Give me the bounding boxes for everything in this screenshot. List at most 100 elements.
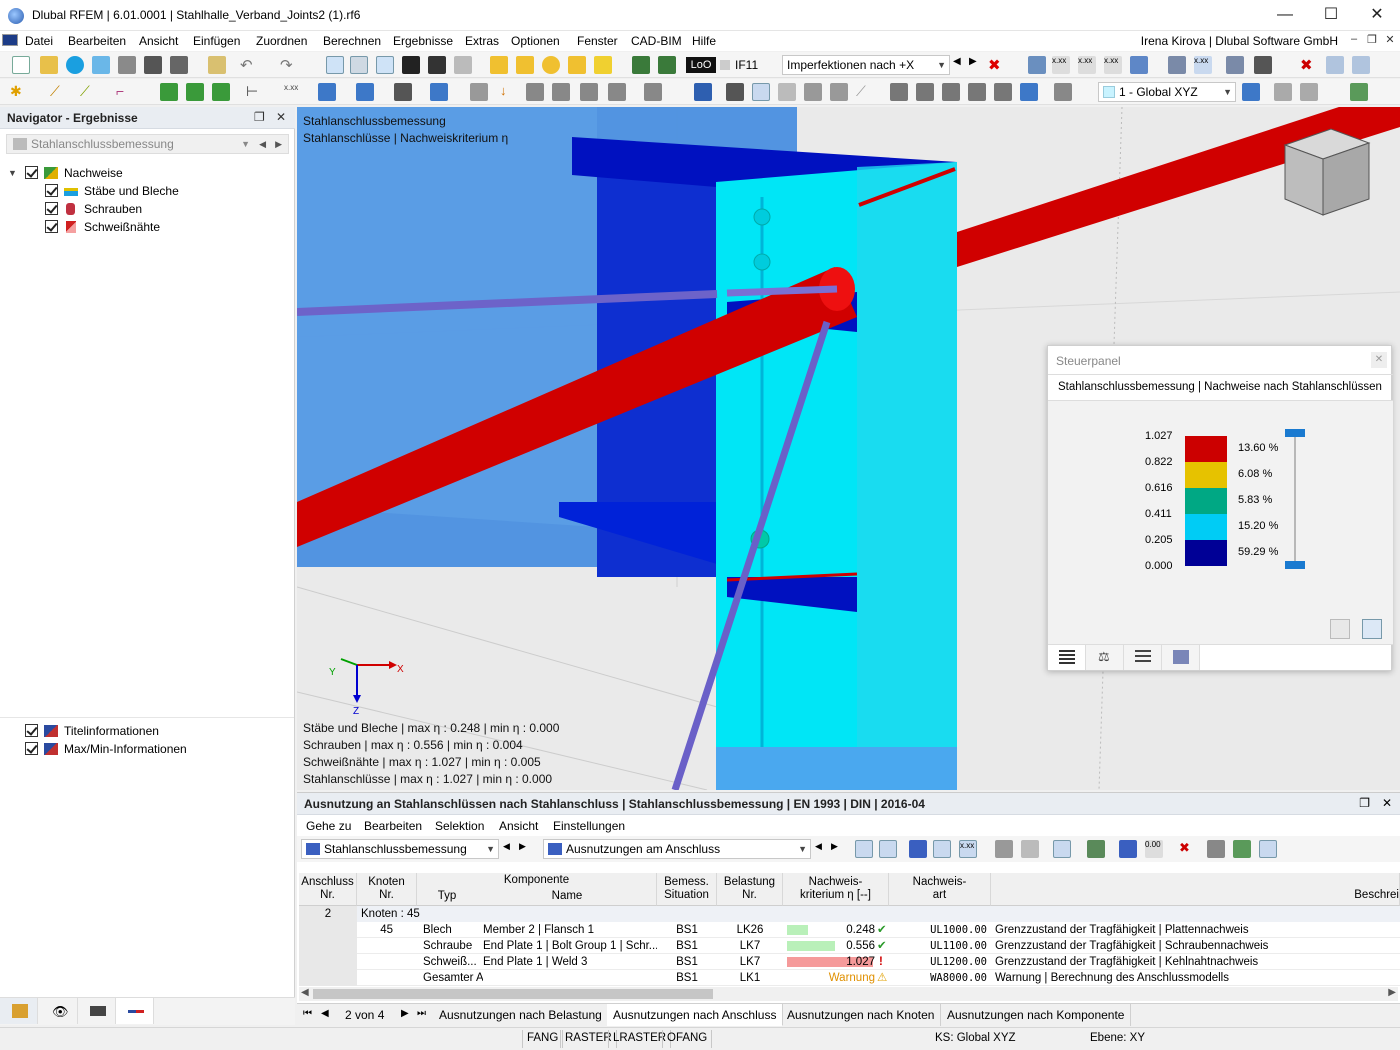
new-model-icon[interactable] xyxy=(12,56,30,74)
scroll-thumb[interactable] xyxy=(313,989,713,999)
color-scale-icon[interactable] xyxy=(1233,840,1251,858)
prev-page-icon[interactable]: ◀ xyxy=(321,1008,329,1019)
snap-point-icon[interactable] xyxy=(490,56,508,74)
menu-hilfe[interactable]: Hilfe xyxy=(692,34,716,48)
menu-ergebnisse[interactable]: Ergebnisse xyxy=(393,34,453,48)
cp-tab-legend[interactable] xyxy=(1048,645,1086,670)
legend-settings-icon[interactable] xyxy=(1362,619,1382,639)
filter-icon[interactable] xyxy=(1119,840,1137,858)
line-icon[interactable]: ⟋ xyxy=(856,83,874,101)
res-menu-einstellungen[interactable]: Einstellungen xyxy=(553,819,625,833)
scale-icon[interactable] xyxy=(430,83,448,101)
results-table-combo[interactable]: Ausnutzungen am Anschluss ▼ xyxy=(543,839,811,859)
grid-1-icon[interactable] xyxy=(526,83,544,101)
show-values-icon[interactable]: x.xx xyxy=(959,840,977,858)
horizontal-scrollbar[interactable]: ◀ ▶ xyxy=(299,987,1398,1001)
grid-2-icon[interactable] xyxy=(552,83,570,101)
align-3-icon[interactable] xyxy=(942,83,960,101)
print-icon[interactable] xyxy=(170,56,188,74)
group-row[interactable] xyxy=(357,906,1400,922)
legend-slider-max-handle[interactable] xyxy=(1285,429,1305,437)
col-header-belastung[interactable]: Belastung Nr. xyxy=(717,873,783,906)
control-panel-close-icon[interactable]: ✕ xyxy=(1371,352,1387,368)
nav-tab-results[interactable] xyxy=(116,998,154,1024)
results-close-icon[interactable]: ✕ xyxy=(1382,796,1392,810)
search-icon[interactable] xyxy=(1207,840,1225,858)
menu-cad-bim[interactable]: CAD-BIM xyxy=(631,34,682,48)
col-header-knoten[interactable]: Knoten Nr. xyxy=(357,873,417,906)
results-diagram-icon[interactable] xyxy=(752,83,770,101)
coordinate-icon[interactable]: x.xx xyxy=(284,83,302,101)
first-page-icon[interactable]: ⏮ xyxy=(303,1008,312,1019)
snap-circle-icon[interactable] xyxy=(542,56,560,74)
measure-icon[interactable] xyxy=(1054,83,1072,101)
next-icon[interactable]: ▶ xyxy=(969,56,987,74)
calc-icon[interactable] xyxy=(632,56,650,74)
tab-nach-belastung[interactable]: Ausnutzungen nach Belastung xyxy=(433,1004,609,1026)
pin-icon[interactable]: ↓ xyxy=(500,83,518,101)
undock-icon[interactable]: ❐ xyxy=(1359,796,1370,810)
maximize-icon[interactable]: ☐ xyxy=(1308,4,1354,28)
new-node-icon[interactable]: ✱ xyxy=(10,83,28,101)
display-model-icon[interactable] xyxy=(1130,56,1148,74)
animation-icon[interactable] xyxy=(1226,56,1244,74)
tension-rod-joint[interactable] xyxy=(726,285,838,297)
col-header-anschluss[interactable]: Anschluss Nr. xyxy=(299,873,357,906)
bolt[interactable] xyxy=(753,253,771,271)
align-5-icon[interactable] xyxy=(994,83,1012,101)
checkbox-schweissnaehte[interactable] xyxy=(45,220,58,233)
new-line-icon[interactable]: ⟋ xyxy=(50,83,68,101)
tree-item-maxmin[interactable]: Max/Min-Informationen xyxy=(8,740,288,758)
view-grid-icon[interactable] xyxy=(350,56,368,74)
undo-icon[interactable]: ↶ xyxy=(240,56,258,74)
cp-tab-filter[interactable] xyxy=(1124,645,1162,670)
last-page-icon[interactable]: ⏭ xyxy=(417,1008,426,1019)
cp-tab-factors[interactable]: ⚖ xyxy=(1086,645,1124,670)
expand-chevron-icon[interactable]: ▼ xyxy=(8,164,17,182)
col-header-kriterium[interactable]: Nachweis-kriterium η [--] xyxy=(783,873,889,906)
move-icon[interactable] xyxy=(318,83,336,101)
workplane-icon[interactable] xyxy=(1242,83,1260,101)
menu-einfuegen[interactable]: Einfügen xyxy=(193,34,240,48)
prev-icon[interactable]: ◀ xyxy=(259,135,266,153)
next-icon[interactable]: ▶ xyxy=(831,841,849,859)
col-header-beschreibung[interactable]: Beschrei xyxy=(991,873,1400,906)
select-icon[interactable] xyxy=(1020,83,1038,101)
res-menu-bearbeiten[interactable]: Bearbeiten xyxy=(364,819,422,833)
mirror-icon[interactable] xyxy=(394,83,412,101)
view-table-icon[interactable] xyxy=(326,56,344,74)
tree-item-nachweise[interactable]: ▼ Nachweise xyxy=(8,164,288,182)
select-in-table-icon[interactable] xyxy=(879,840,897,858)
navigator-close-icon[interactable]: ✕ xyxy=(276,110,286,124)
grid-display-icon[interactable] xyxy=(1274,83,1292,101)
coordinate-system-combo[interactable]: 1 - Global XYZ ▼ xyxy=(1098,82,1236,102)
align-1-icon[interactable] xyxy=(890,83,908,101)
support-icon[interactable] xyxy=(160,83,178,101)
tree-item-schweissnaehte[interactable]: Schweißnähte xyxy=(8,218,288,236)
diagram-icon[interactable] xyxy=(1254,56,1272,74)
nav-tab-display[interactable]: 👁 xyxy=(40,998,78,1024)
scroll-right-icon[interactable]: ▶ xyxy=(1388,987,1396,998)
legend-export-icon[interactable] xyxy=(1330,619,1350,639)
next-icon[interactable]: ▶ xyxy=(519,841,537,859)
checkbox-schrauben[interactable] xyxy=(45,202,58,215)
col-header-komponente[interactable]: Komponente Typ Name xyxy=(417,873,657,906)
release-icon[interactable] xyxy=(212,83,230,101)
tree-item-schrauben[interactable]: Schrauben xyxy=(8,200,288,218)
document-icon[interactable] xyxy=(454,56,472,74)
checkbox-staebe-bleche[interactable] xyxy=(45,184,58,197)
mdi-restore-icon[interactable]: ❐ xyxy=(1364,33,1380,49)
open-folder-icon[interactable] xyxy=(40,56,58,74)
grid-5-icon[interactable] xyxy=(644,83,662,101)
snap-grid-icon[interactable] xyxy=(1300,83,1318,101)
legend-slider-track[interactable] xyxy=(1294,431,1296,565)
mdi-close-icon[interactable]: ✕ xyxy=(1382,33,1398,49)
tab-nach-anschluss[interactable]: Ausnutzungen nach Anschluss xyxy=(607,1004,784,1026)
snap-line-icon[interactable] xyxy=(516,56,534,74)
bolt[interactable] xyxy=(753,208,771,226)
view-split-icon[interactable] xyxy=(376,56,394,74)
console-icon[interactable] xyxy=(402,56,420,74)
column-flange[interactable] xyxy=(857,162,957,790)
label-values-icon[interactable]: x.xx xyxy=(1194,56,1212,74)
new-member-icon[interactable]: ⟋ xyxy=(80,83,98,101)
